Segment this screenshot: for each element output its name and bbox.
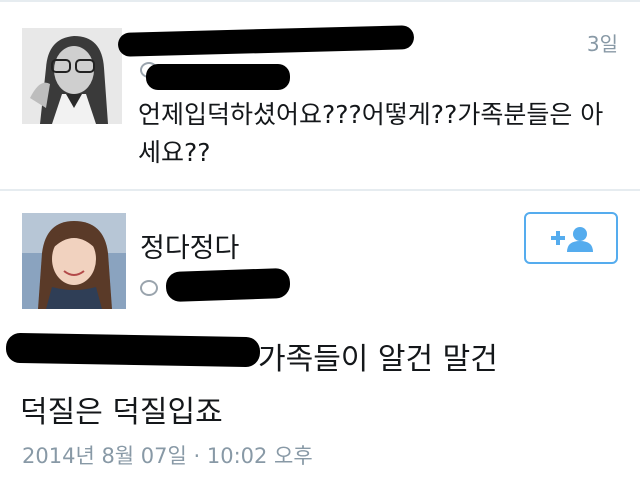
- tweet-text-line1: 가족들이 알건 말건: [258, 342, 498, 377]
- reply-timestamp: 3일: [586, 32, 618, 56]
- author-avatar[interactable]: [22, 213, 126, 309]
- redacted-handle: [146, 64, 290, 90]
- handle-at-mark: [140, 280, 158, 296]
- tweet-divider: [0, 189, 640, 191]
- tweet-text: 가족들이 알건 말건 덕질은 덕질입죠: [20, 333, 620, 439]
- redacted-name: [117, 25, 415, 57]
- follow-button[interactable]: [524, 212, 618, 264]
- add-user-icon: [551, 227, 593, 252]
- tweet-timestamp: 2014년 8월 07일 · 10:02 오후: [22, 444, 313, 468]
- tweet-text-line2: 덕질은 덕질입죠: [20, 395, 223, 430]
- author-display-name[interactable]: 정다정다: [140, 226, 239, 265]
- reply-text: 언제입덕하셨어요???어떻게??가족분들은 아세요??: [138, 100, 604, 167]
- reply-avatar[interactable]: [22, 28, 122, 124]
- redacted-handle: [165, 267, 291, 303]
- reply-tweet[interactable]: 3일 언제입덕하셨어요???어떻게??가족분들은 아세요??: [0, 2, 640, 188]
- tweet-detail-screen: 3일 언제입덕하셨어요???어떻게??가족분들은 아세요?? 정다정다 가족들이…: [0, 0, 640, 490]
